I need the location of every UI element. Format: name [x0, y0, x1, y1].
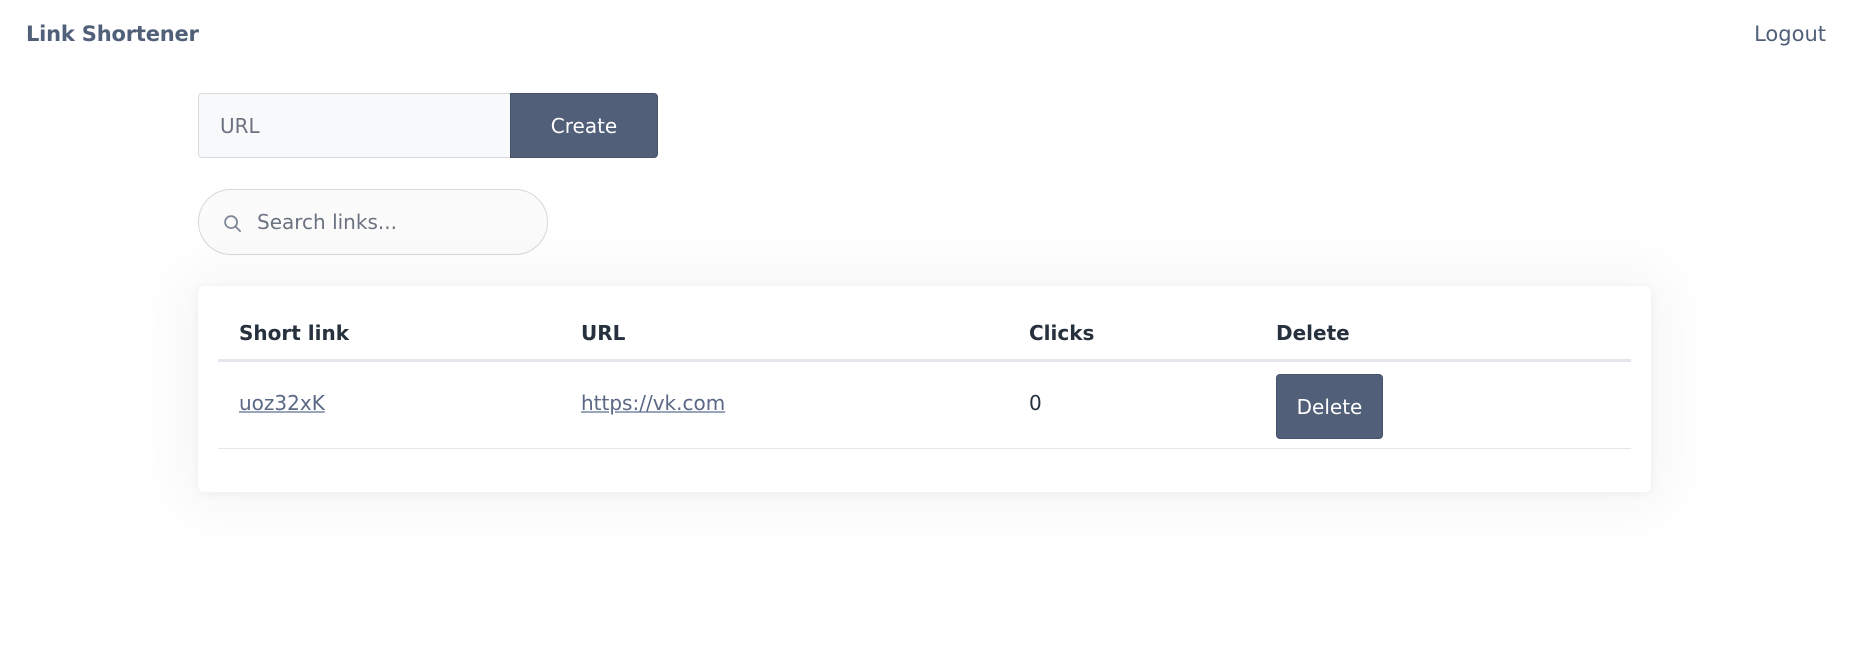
search-icon: [224, 215, 241, 232]
links-table: Short link URL Clicks Delete uoz32xK htt…: [218, 306, 1631, 449]
search-box[interactable]: [198, 189, 548, 255]
table-row: uoz32xK https://vk.com 0 Delete: [218, 362, 1631, 449]
original-url-link[interactable]: https://vk.com: [581, 391, 725, 415]
header-short-link: Short link: [239, 321, 350, 345]
header-url: URL: [581, 321, 626, 345]
header-clicks: Clicks: [1029, 321, 1095, 345]
header-delete: Delete: [1276, 321, 1350, 345]
links-card: Short link URL Clicks Delete uoz32xK htt…: [198, 286, 1651, 492]
url-input[interactable]: [198, 93, 510, 158]
search-input[interactable]: [257, 190, 537, 254]
clicks-count: 0: [1029, 391, 1042, 415]
create-link-form: Create: [198, 93, 658, 158]
brand-title[interactable]: Link Shortener: [26, 22, 199, 46]
logout-link[interactable]: Logout: [1754, 22, 1826, 46]
create-button[interactable]: Create: [510, 93, 658, 158]
top-bar: Link Shortener Logout: [0, 0, 1850, 70]
delete-button[interactable]: Delete: [1276, 374, 1383, 439]
short-link[interactable]: uoz32xK: [239, 391, 325, 415]
table-header: Short link URL Clicks Delete: [218, 306, 1631, 362]
